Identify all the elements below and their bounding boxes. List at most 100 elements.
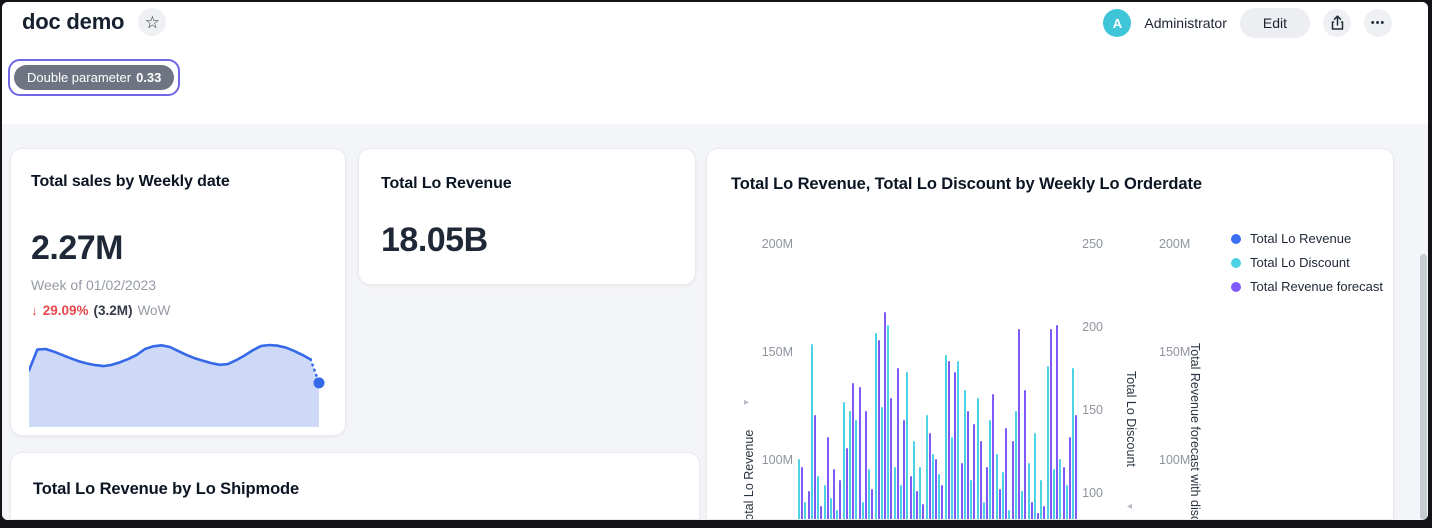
- bar[interactable]: [1002, 472, 1004, 519]
- bar[interactable]: [814, 415, 816, 519]
- axis-pan-up-icon[interactable]: ▸: [744, 397, 749, 408]
- axis-pan-down-icon[interactable]: ◂: [1127, 501, 1132, 512]
- share-button[interactable]: [1323, 9, 1351, 37]
- bar[interactable]: [871, 489, 873, 519]
- bar[interactable]: [833, 469, 835, 519]
- bar[interactable]: [903, 420, 905, 519]
- bar[interactable]: [954, 372, 956, 519]
- bar[interactable]: [992, 394, 994, 519]
- bar[interactable]: [1015, 411, 1017, 519]
- legend-item[interactable]: Total Lo Revenue: [1231, 231, 1383, 246]
- bar[interactable]: [1018, 329, 1020, 519]
- favorite-button[interactable]: ☆: [138, 8, 166, 36]
- bar[interactable]: [817, 476, 819, 519]
- bar[interactable]: [808, 491, 810, 519]
- bar[interactable]: [1059, 459, 1061, 519]
- sparkline-end-dot[interactable]: [314, 377, 325, 388]
- bar[interactable]: [1069, 437, 1071, 519]
- bar[interactable]: [919, 467, 921, 519]
- bar[interactable]: [938, 474, 940, 519]
- bar[interactable]: [996, 454, 998, 519]
- bar[interactable]: [868, 469, 870, 519]
- bar[interactable]: [1005, 428, 1007, 519]
- bar[interactable]: [1028, 463, 1030, 519]
- bar[interactable]: [983, 502, 985, 519]
- bar[interactable]: [798, 459, 800, 519]
- bar[interactable]: [884, 312, 886, 519]
- bar[interactable]: [926, 415, 928, 519]
- legend-item[interactable]: Total Lo Discount: [1231, 255, 1383, 270]
- bar[interactable]: [948, 361, 950, 519]
- bar[interactable]: [843, 402, 845, 519]
- bar[interactable]: [973, 424, 975, 519]
- bar[interactable]: [945, 355, 947, 519]
- bar[interactable]: [1053, 469, 1055, 519]
- bar[interactable]: [1043, 506, 1045, 519]
- bar[interactable]: [967, 411, 969, 519]
- bar[interactable]: [1037, 513, 1039, 519]
- vertical-scrollbar[interactable]: [1420, 254, 1427, 520]
- bar[interactable]: [875, 333, 877, 519]
- bar[interactable]: [986, 467, 988, 519]
- bar[interactable]: [913, 441, 915, 519]
- bar[interactable]: [989, 420, 991, 519]
- bar[interactable]: [865, 411, 867, 519]
- parameter-chip[interactable]: Double parameter 0.33: [8, 59, 180, 96]
- bar[interactable]: [887, 325, 889, 519]
- bar[interactable]: [1012, 441, 1014, 519]
- bar[interactable]: [1047, 366, 1049, 519]
- bar[interactable]: [1063, 467, 1065, 519]
- bar[interactable]: [1024, 390, 1026, 520]
- bar[interactable]: [970, 480, 972, 519]
- more-button[interactable]: •••: [1364, 9, 1392, 37]
- bar[interactable]: [862, 502, 864, 519]
- bar[interactable]: [830, 498, 832, 520]
- bar[interactable]: [957, 361, 959, 519]
- bar[interactable]: [804, 502, 806, 519]
- bar[interactable]: [910, 476, 912, 519]
- bar[interactable]: [922, 504, 924, 519]
- bar[interactable]: [897, 368, 899, 519]
- sparkline-chart[interactable]: [29, 335, 329, 427]
- bar[interactable]: [964, 390, 966, 520]
- bar[interactable]: [977, 398, 979, 519]
- bar[interactable]: [811, 344, 813, 519]
- bar[interactable]: [999, 489, 1001, 519]
- bar[interactable]: [1050, 329, 1052, 519]
- bar[interactable]: [1031, 502, 1033, 519]
- bar[interactable]: [929, 433, 931, 519]
- bar[interactable]: [1075, 415, 1077, 519]
- bar[interactable]: [859, 387, 861, 519]
- bar[interactable]: [941, 485, 943, 520]
- bar[interactable]: [824, 485, 826, 520]
- bar[interactable]: [894, 467, 896, 519]
- bar[interactable]: [836, 510, 838, 519]
- bar[interactable]: [1021, 491, 1023, 519]
- bar[interactable]: [1034, 433, 1036, 519]
- bar[interactable]: [1056, 325, 1058, 519]
- edit-button[interactable]: Edit: [1240, 8, 1310, 38]
- bar[interactable]: [890, 398, 892, 519]
- bar[interactable]: [1066, 485, 1068, 520]
- bar[interactable]: [980, 441, 982, 519]
- avatar[interactable]: A: [1103, 9, 1131, 37]
- bar[interactable]: [1072, 368, 1074, 519]
- bar[interactable]: [846, 448, 848, 519]
- legend-item[interactable]: Total Revenue forecast: [1231, 279, 1383, 294]
- bar[interactable]: [900, 485, 902, 520]
- bar[interactable]: [839, 480, 841, 519]
- bar[interactable]: [1008, 510, 1010, 519]
- bar[interactable]: [932, 454, 934, 519]
- bar[interactable]: [935, 459, 937, 519]
- bar[interactable]: [801, 467, 803, 519]
- bar[interactable]: [961, 463, 963, 519]
- bar[interactable]: [916, 491, 918, 519]
- bar[interactable]: [852, 383, 854, 519]
- bar[interactable]: [878, 340, 880, 519]
- bar[interactable]: [849, 411, 851, 519]
- bar[interactable]: [827, 437, 829, 519]
- bar[interactable]: [1040, 480, 1042, 519]
- bar[interactable]: [820, 506, 822, 519]
- bar[interactable]: [951, 437, 953, 519]
- bar[interactable]: [881, 407, 883, 519]
